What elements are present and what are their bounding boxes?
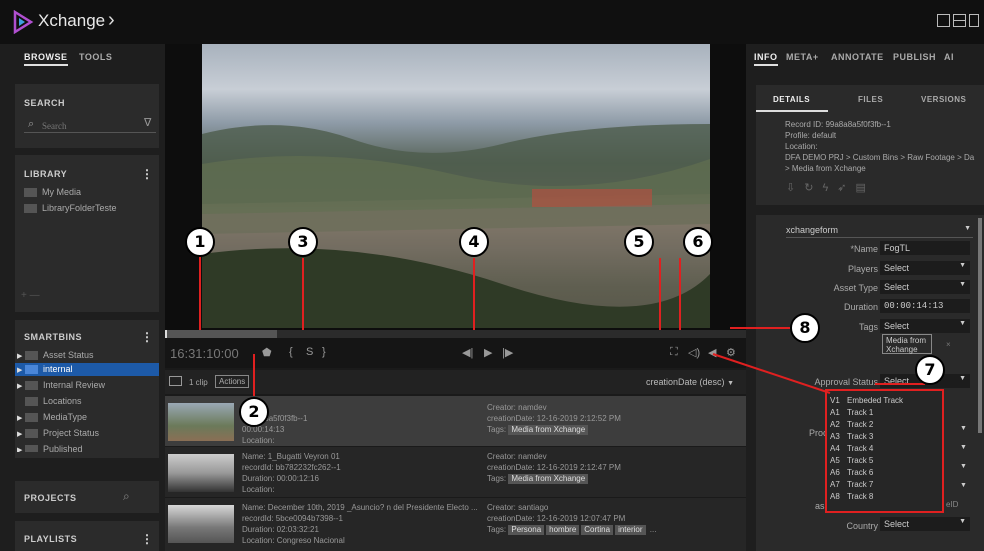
callout-4: 4 <box>459 227 489 257</box>
callout-line <box>712 353 831 394</box>
callout-1: 1 <box>185 227 215 257</box>
callout-3: 3 <box>288 227 318 257</box>
callout-8: 8 <box>790 313 820 343</box>
callout-6: 6 <box>683 227 713 257</box>
callout-5: 5 <box>624 227 654 257</box>
callout-2: 2 <box>239 397 269 427</box>
annotation-lines <box>199 255 925 396</box>
callout-7: 7 <box>915 355 945 385</box>
